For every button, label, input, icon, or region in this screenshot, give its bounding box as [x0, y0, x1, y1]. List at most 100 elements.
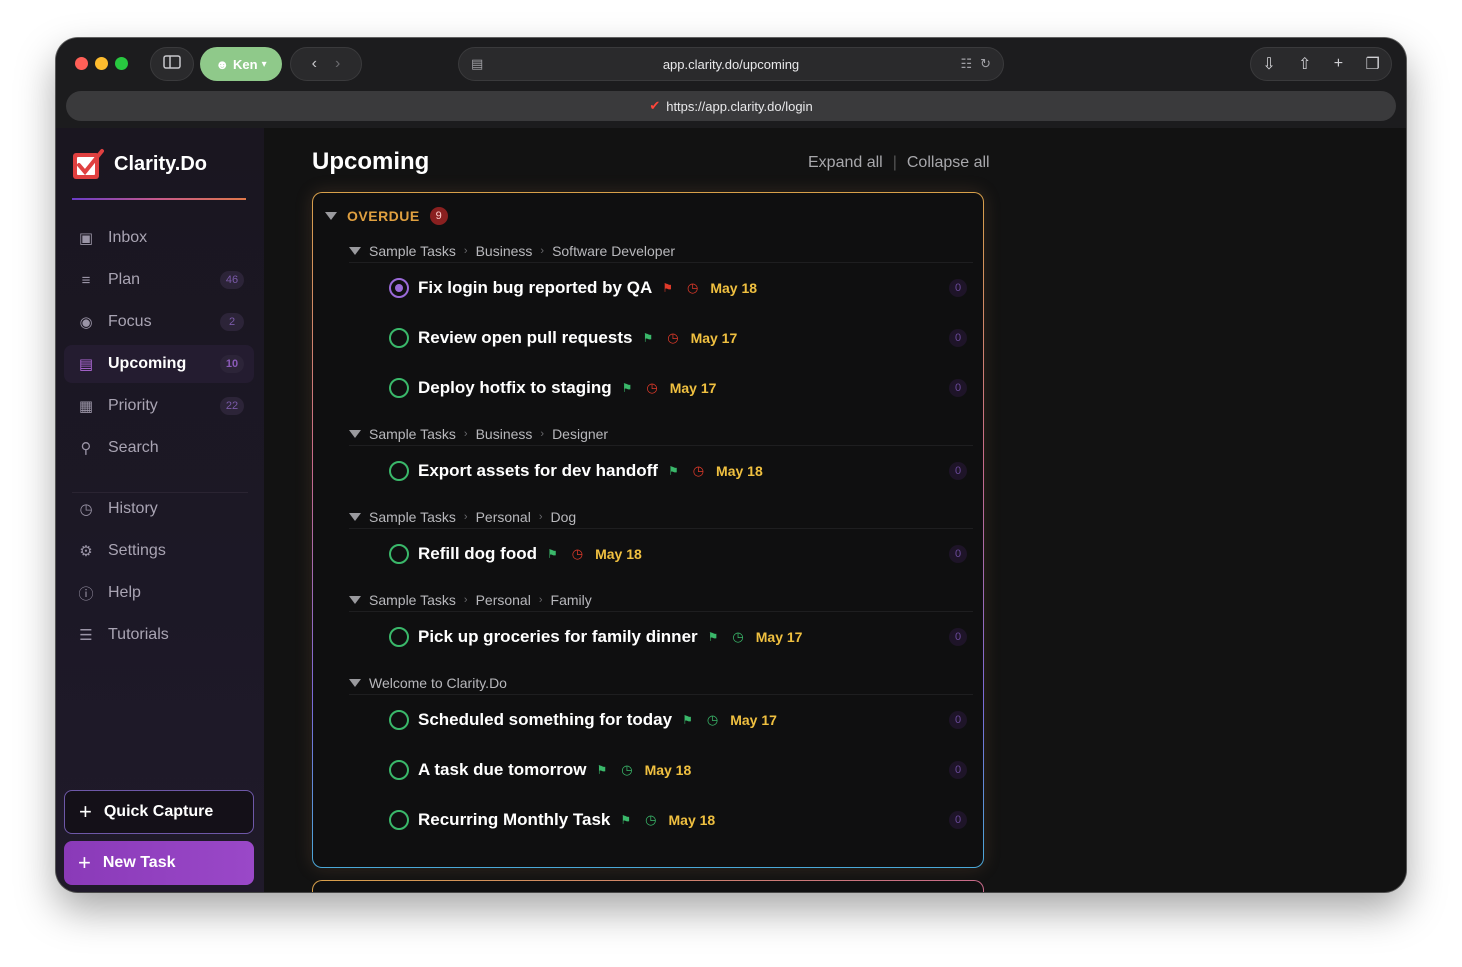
flag-icon: ⚑	[662, 281, 673, 295]
plus-icon: +	[79, 799, 92, 824]
reload-icon[interactable]: ↻	[980, 56, 991, 72]
share-icon[interactable]: ⇧	[1298, 54, 1311, 74]
sidebar-item-plan[interactable]: ≡ Plan 46	[64, 261, 254, 299]
chevron-right-icon: ›	[463, 593, 468, 606]
task-row[interactable]: Review open pull requests ⚑ ◷ May 17 0	[389, 323, 973, 353]
grid-icon: ▦	[78, 398, 94, 415]
next-section-panel	[312, 880, 984, 892]
sidebar-item-tutorials[interactable]: ☰ Tutorials	[64, 616, 254, 654]
crumb: Sample Tasks	[369, 242, 456, 259]
sidebar-item-focus[interactable]: ◉ Focus 2	[64, 303, 254, 341]
minimize-window-button[interactable]	[95, 57, 108, 70]
browser-toolbar: ☻ Ken ▾ ‹ › ▤ app.clarity.do/upcoming ☷ …	[56, 38, 1406, 128]
task-checkbox[interactable]	[389, 810, 409, 830]
sidebar-item-upcoming[interactable]: ▤ Upcoming 10	[64, 345, 254, 383]
tab-bar[interactable]: ✔ https://app.clarity.do/login	[66, 91, 1396, 121]
task-checkbox[interactable]	[389, 544, 409, 564]
expand-all-button[interactable]: Expand all	[808, 154, 883, 172]
section-label: OVERDUE	[347, 208, 420, 224]
crumb: Business	[475, 242, 533, 259]
sidebar-item-settings[interactable]: ⚙ Settings	[64, 532, 254, 570]
address-bar[interactable]: ▤ app.clarity.do/upcoming ☷ ↻	[458, 47, 1004, 81]
app-logo[interactable]: Clarity.Do	[72, 148, 207, 180]
task-checkbox[interactable]	[389, 278, 409, 298]
sidebar-item-history[interactable]: ◷ History	[64, 490, 254, 528]
task-checkbox[interactable]	[389, 710, 409, 730]
task-row[interactable]: A task due tomorrow ⚑ ◷ May 18 0	[389, 755, 973, 785]
sidebar-toggle-button[interactable]	[150, 47, 194, 81]
sidebar-item-label: Priority	[108, 397, 158, 414]
browser-window: ☻ Ken ▾ ‹ › ▤ app.clarity.do/upcoming ☷ …	[56, 38, 1406, 892]
group-header[interactable]: Sample Tasks › Personal › Family	[349, 588, 973, 612]
close-window-button[interactable]	[75, 57, 88, 70]
checkmark-icon: ✔	[649, 98, 661, 113]
download-icon[interactable]: ⇩	[1262, 54, 1275, 74]
group-header[interactable]: Sample Tasks › Personal › Dog	[349, 505, 973, 529]
sidebar-item-label: Inbox	[108, 229, 148, 246]
alarm-icon: ◷	[645, 812, 657, 827]
divider: |	[892, 154, 897, 171]
group-header[interactable]: Sample Tasks › Business › Designer	[349, 422, 973, 446]
back-button[interactable]: ‹	[312, 55, 317, 73]
sidebar-item-search[interactable]: ⚲ Search	[64, 429, 254, 467]
forward-button[interactable]: ›	[335, 55, 340, 73]
subtask-count: 0	[949, 462, 967, 480]
overdue-header[interactable]: OVERDUE 9	[325, 207, 448, 225]
group-header[interactable]: Welcome to Clarity.Do	[349, 671, 973, 695]
task-row[interactable]: Scheduled something for today ⚑ ◷ May 17…	[389, 705, 973, 735]
task-row[interactable]: Export assets for dev handoff ⚑ ◷ May 18…	[389, 456, 973, 486]
sidebar-item-label: Help	[108, 584, 141, 601]
flag-icon: ⚑	[682, 713, 693, 727]
task-checkbox[interactable]	[389, 627, 409, 647]
task-title: Fix login bug reported by QA	[418, 278, 653, 297]
task-checkbox[interactable]	[389, 378, 409, 398]
quick-capture-button[interactable]: + Quick Capture	[64, 790, 254, 834]
collapse-triangle-icon	[325, 212, 337, 220]
crumb: Designer	[552, 425, 609, 442]
subtask-count: 0	[949, 628, 967, 646]
flag-icon: ⚑	[621, 381, 633, 395]
crumb: Welcome to Clarity.Do	[369, 674, 507, 691]
collapse-triangle-icon	[349, 512, 361, 521]
task-row[interactable]: Pick up groceries for family dinner ⚑ ◷ …	[389, 622, 973, 652]
subtask-count: 0	[949, 711, 967, 729]
new-tab-icon[interactable]: +	[1334, 55, 1343, 73]
sidebar-item-label: Plan	[108, 271, 141, 288]
plan-count-badge: 46	[220, 271, 244, 289]
collapse-all-button[interactable]: Collapse all	[907, 154, 990, 172]
sidebar-item-priority[interactable]: ▦ Priority 22	[64, 387, 254, 425]
due-date: May 17	[690, 330, 738, 346]
zoom-window-button[interactable]	[115, 57, 128, 70]
task-checkbox[interactable]	[389, 328, 409, 348]
sidebar-item-inbox[interactable]: ▣ Inbox	[64, 219, 254, 257]
nav-buttons: ‹ ›	[290, 47, 362, 81]
subtask-count: 0	[949, 279, 967, 297]
search-icon: ⚲	[80, 440, 92, 457]
main-content: Upcoming Expand all | Collapse all OVERD…	[264, 128, 1406, 892]
sidebar-item-label: History	[108, 500, 158, 517]
task-checkbox[interactable]	[389, 461, 409, 481]
new-task-button[interactable]: + New Task	[64, 841, 254, 885]
task-row[interactable]: Deploy hotfix to staging ⚑ ◷ May 17 0	[389, 373, 973, 403]
task-row[interactable]: Fix login bug reported by QA ⚑ ◷ May 18 …	[389, 273, 973, 303]
task-title: Review open pull requests	[418, 328, 633, 347]
help-icon: ⓘ	[78, 585, 94, 603]
translate-icon[interactable]: ☷	[960, 56, 972, 72]
crumb: Business	[475, 425, 533, 442]
target-icon: ◉	[79, 314, 93, 331]
new-task-label: New Task	[102, 854, 176, 871]
profile-button[interactable]: ☻ Ken ▾	[200, 47, 282, 81]
page-settings-icon[interactable]: ▤	[471, 56, 483, 72]
group-header[interactable]: Sample Tasks › Business › Software Devel…	[349, 239, 973, 263]
crumb: Sample Tasks	[369, 425, 456, 442]
task-row[interactable]: Refill dog food ⚑ ◷ May 18 0	[389, 539, 973, 569]
alarm-icon: ◷	[621, 762, 633, 777]
plus-icon: +	[78, 850, 91, 875]
task-row[interactable]: Recurring Monthly Task ⚑ ◷ May 18 0	[389, 805, 973, 835]
task-checkbox[interactable]	[389, 760, 409, 780]
sidebar: Clarity.Do ▣ Inbox ≡ Plan 46 ◉ Focus 2 ▤…	[56, 128, 264, 892]
person-icon: ☻	[215, 56, 230, 72]
due-date: May 18	[644, 762, 692, 778]
sidebar-item-help[interactable]: ⓘ Help	[64, 574, 254, 612]
tabs-overview-icon[interactable]: ❐	[1365, 54, 1379, 74]
